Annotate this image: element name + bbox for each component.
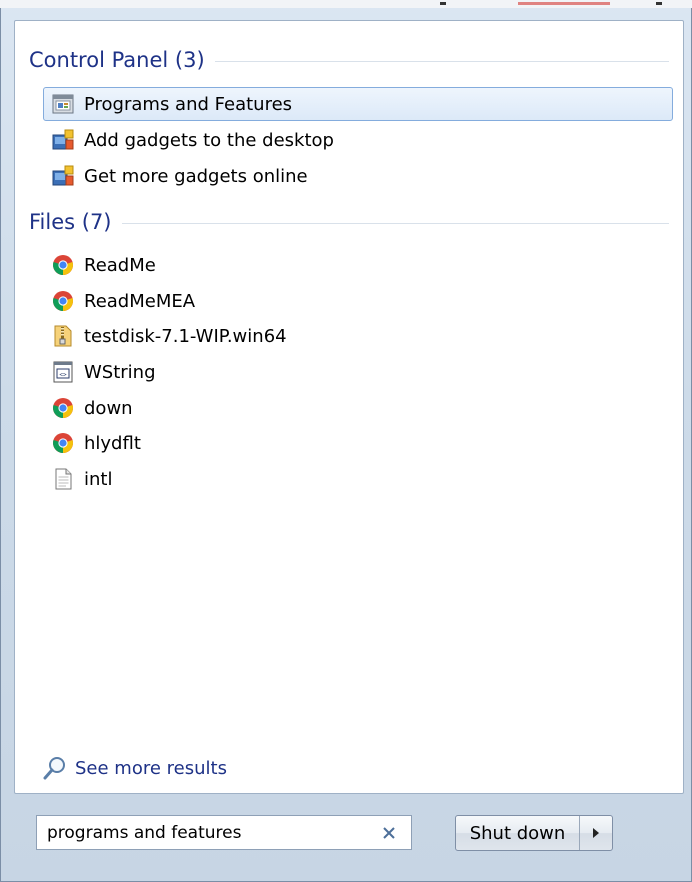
chrome-icon — [51, 289, 75, 313]
chrome-icon — [51, 431, 75, 455]
desktop-top-strip — [0, 0, 692, 8]
control-panel-group-header[interactable]: Control Panel (3) — [29, 45, 669, 75]
zip-folder-icon — [51, 324, 75, 348]
result-label: WString — [84, 361, 156, 383]
search-input[interactable] — [47, 822, 367, 843]
text-file-icon — [51, 467, 75, 491]
result-programs-and-features[interactable]: Programs and Features — [43, 87, 673, 121]
see-more-results-link[interactable]: See more results — [41, 753, 227, 783]
result-file-hlydflt[interactable]: hlydflt — [43, 426, 673, 460]
result-file-wstring[interactable]: <> WString — [43, 355, 673, 389]
result-file-readmemea[interactable]: ReadMeMEA — [43, 284, 673, 318]
shutdown-split-button: Shut down — [455, 815, 613, 851]
files-group-header[interactable]: Files (7) — [29, 207, 669, 237]
group-divider — [121, 222, 669, 224]
result-get-more-gadgets[interactable]: Get more gadgets online — [43, 159, 673, 193]
result-label: Get more gadgets online — [84, 165, 308, 187]
chrome-icon — [51, 396, 75, 420]
result-file-testdisk[interactable]: testdisk-7.1-WIP.win64 — [43, 319, 673, 353]
result-file-down[interactable]: down — [43, 391, 673, 425]
source-file-icon: <> — [51, 360, 75, 384]
group-divider — [214, 60, 669, 62]
programs-features-icon — [51, 92, 75, 116]
result-label: Add gadgets to the desktop — [84, 129, 334, 151]
result-file-intl[interactable]: intl — [43, 462, 673, 496]
result-file-readme[interactable]: ReadMe — [43, 248, 673, 282]
result-label: ReadMe — [84, 254, 156, 276]
result-label: ReadMeMEA — [84, 290, 196, 312]
result-add-gadgets[interactable]: Add gadgets to the desktop — [43, 123, 673, 157]
gadgets-icon — [51, 128, 75, 152]
search-icon — [41, 754, 69, 782]
gadgets-icon — [51, 164, 75, 188]
svg-text:<>: <> — [59, 372, 67, 379]
result-label: Programs and Features — [84, 93, 293, 115]
see-more-label: See more results — [75, 757, 227, 779]
result-label: down — [84, 397, 133, 419]
top-strip-mark — [440, 2, 446, 5]
group-title: Files (7) — [29, 210, 112, 234]
search-results-panel: Control Panel (3) Programs and Features — [14, 20, 684, 794]
result-label: intl — [84, 468, 113, 490]
arrow-right-icon — [591, 824, 601, 843]
shutdown-button[interactable]: Shut down — [456, 816, 580, 850]
result-label: testdisk-7.1-WIP.win64 — [84, 325, 287, 347]
top-strip-mark — [656, 2, 662, 5]
shutdown-options-button[interactable] — [580, 816, 612, 850]
search-box[interactable] — [36, 815, 412, 850]
clear-search-icon[interactable] — [379, 823, 399, 843]
result-label: hlydflt — [84, 432, 141, 454]
top-strip-mark — [518, 2, 610, 5]
group-title: Control Panel (3) — [29, 48, 205, 72]
chrome-icon — [51, 253, 75, 277]
